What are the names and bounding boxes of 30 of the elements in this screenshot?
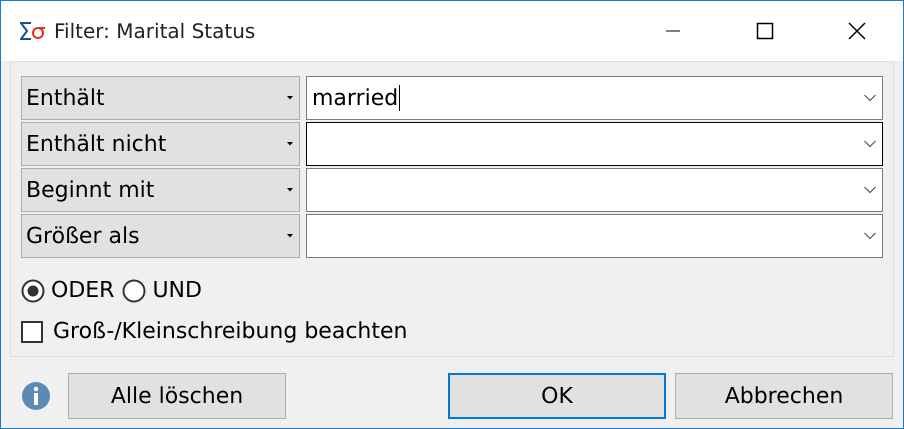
chevron-down-icon [864,94,876,102]
logic-radio[interactable]: UND [122,278,202,303]
case-sensitive-checkbox[interactable]: Groß-/Kleinschreibung beachten [21,319,883,344]
caret-icon [287,142,293,146]
ok-button[interactable]: OK [448,373,666,419]
chevron-down-icon [864,232,876,240]
caret-icon [287,96,293,100]
logic-radio[interactable]: ODER [21,278,114,303]
operator-dropdown[interactable]: Enthält nicht [21,122,300,166]
operator-dropdown[interactable]: Enthält [21,76,300,120]
radio-circle-icon [122,278,146,302]
value-combo-field[interactable] [306,122,883,166]
operator-dropdown[interactable]: Beginnt mit [21,168,300,212]
chevron-down-icon [864,186,876,194]
operator-dropdown[interactable]: Größer als [21,214,300,258]
caret-icon [287,188,293,192]
close-icon[interactable] [848,22,866,40]
minimize-icon[interactable] [665,30,681,32]
value-combo-field[interactable]: married [306,76,883,120]
sigma-icon [20,21,46,41]
radio-circle-icon [21,278,45,302]
value-combo-field[interactable] [306,168,883,212]
cancel-button[interactable]: Abbrechen [675,373,893,419]
window-title: Filter: Marital Status [54,19,256,43]
caret-icon [287,234,293,238]
chevron-down-icon [864,140,876,148]
value-combo-field[interactable] [306,214,883,258]
clear-all-button[interactable]: Alle löschen [68,373,286,419]
maximize-icon[interactable] [756,22,774,40]
info-icon[interactable] [21,381,51,411]
